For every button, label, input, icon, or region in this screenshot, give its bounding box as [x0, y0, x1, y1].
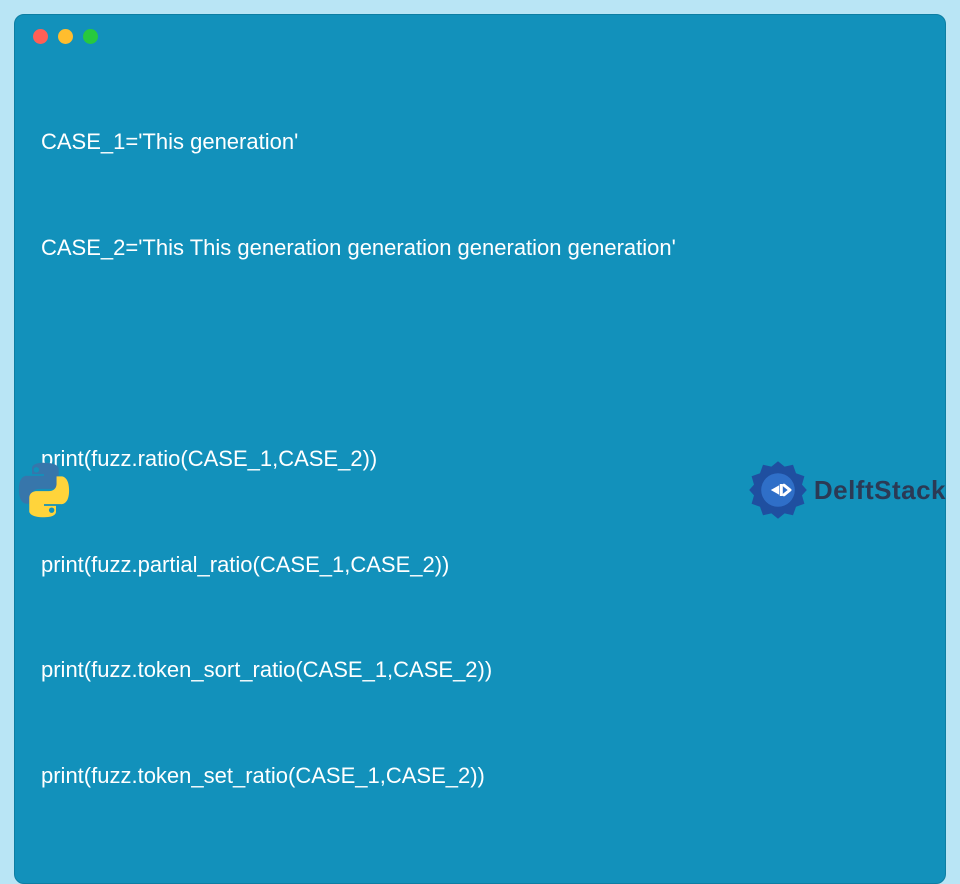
brand: DelftStack	[748, 460, 946, 520]
code-line: print(fuzz.partial_ratio(CASE_1,CASE_2))	[41, 547, 923, 582]
close-icon[interactable]	[33, 29, 48, 44]
code-line: print(fuzz.token_set_ratio(CASE_1,CASE_2…	[41, 758, 923, 793]
footer: DelftStack	[14, 460, 946, 520]
code-line: CASE_2='This This generation generation …	[41, 230, 923, 265]
snippet-card: CASE_1='This generation' CASE_2='This Th…	[14, 14, 946, 884]
brand-name: DelftStack	[814, 475, 946, 506]
code-line: print(fuzz.token_sort_ratio(CASE_1,CASE_…	[41, 652, 923, 687]
code-window: CASE_1='This generation' CASE_2='This Th…	[14, 14, 946, 884]
code-line: CASE_1='This generation'	[41, 124, 923, 159]
code-line	[41, 336, 923, 371]
minimize-icon[interactable]	[58, 29, 73, 44]
python-icon	[14, 460, 74, 520]
window-titlebar	[15, 15, 945, 52]
maximize-icon[interactable]	[83, 29, 98, 44]
brand-seal-icon	[748, 460, 808, 520]
